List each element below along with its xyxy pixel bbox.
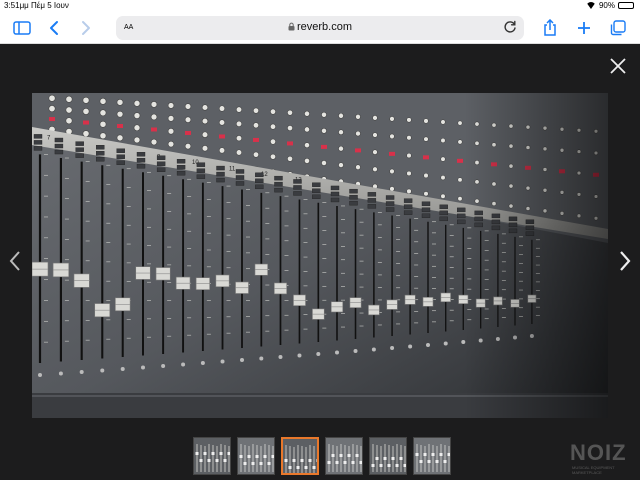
forward-icon[interactable] — [76, 18, 96, 38]
thumbnail-6[interactable] — [413, 437, 451, 475]
reload-icon[interactable] — [502, 19, 518, 35]
next-image-icon[interactable] — [618, 250, 632, 272]
thumbnail-2[interactable] — [237, 437, 275, 475]
new-tab-icon[interactable] — [574, 18, 594, 38]
battery-percent: 90% — [598, 1, 615, 10]
noiz-tagline: MUSICAL EQUIPMENT MARKETPLACE — [572, 465, 615, 475]
thumbnail-5[interactable] — [369, 437, 407, 475]
status-right: 90% — [586, 1, 634, 10]
thumbnail-strip — [193, 437, 451, 475]
status-bar: 3:51μμ Πέμ 5 Ιουν 90% — [0, 0, 640, 12]
sidebar-icon[interactable] — [12, 18, 32, 38]
previous-image-icon[interactable] — [8, 250, 22, 272]
close-icon[interactable] — [608, 56, 628, 76]
back-icon[interactable] — [44, 18, 64, 38]
url-display[interactable]: reverb.com — [116, 21, 524, 33]
wifi-icon — [586, 2, 596, 9]
browser-toolbar: AA reverb.com — [0, 12, 640, 44]
battery-icon — [618, 2, 634, 9]
noiz-logo: NOIZ — [570, 440, 627, 465]
thumbnail-3[interactable] — [281, 437, 319, 475]
tabs-icon[interactable] — [608, 18, 628, 38]
share-icon[interactable] — [540, 18, 560, 38]
main-product-photo[interactable]: 7910111213 — [32, 93, 608, 418]
status-time-date: 3:51μμ Πέμ 5 Ιουν — [4, 1, 69, 10]
lock-icon — [288, 22, 295, 31]
thumbnail-4[interactable] — [325, 437, 363, 475]
address-bar[interactable]: AA reverb.com — [116, 16, 524, 40]
thumbnail-1[interactable] — [193, 437, 231, 475]
